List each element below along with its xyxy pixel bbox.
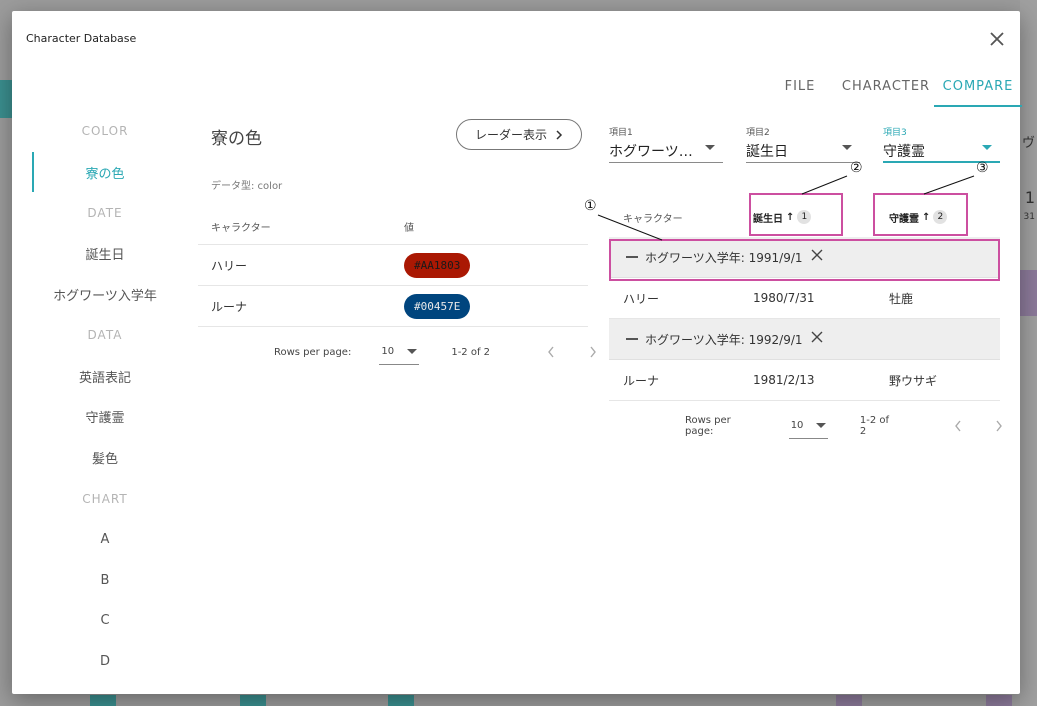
background-bar bbox=[388, 695, 414, 706]
background-bar bbox=[836, 695, 862, 706]
annotation-number-1: ① bbox=[584, 198, 597, 214]
character-database-dialog: Character Database FILE CHARACTER COMPAR… bbox=[12, 11, 1022, 694]
annotation-number-2: ② bbox=[850, 160, 863, 176]
annotation-lines bbox=[597, 175, 975, 241]
background-tab-hint bbox=[0, 80, 12, 118]
background-bar bbox=[986, 695, 1012, 706]
background-purple-block bbox=[1020, 270, 1037, 316]
background-bar bbox=[240, 695, 266, 706]
background-bar bbox=[90, 695, 116, 706]
background-right-strip bbox=[1020, 0, 1037, 706]
background-text: ヴ bbox=[1021, 136, 1035, 151]
background-text: 31 bbox=[1023, 212, 1035, 222]
background-text: 1 bbox=[1024, 188, 1035, 207]
annotation-number-3: ③ bbox=[976, 160, 989, 176]
